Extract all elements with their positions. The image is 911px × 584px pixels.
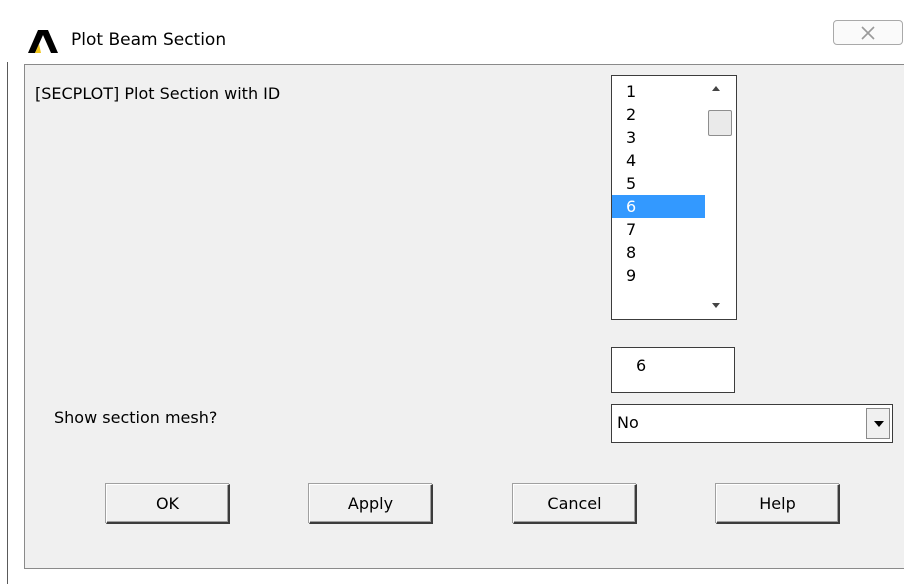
list-item[interactable]: 9 (612, 264, 705, 287)
list-item[interactable]: 2 (612, 103, 705, 126)
title-bar[interactable]: Plot Beam Section (7, 0, 911, 62)
apply-button[interactable]: Apply (309, 484, 433, 524)
list-item[interactable]: 1 (612, 80, 705, 103)
list-item[interactable]: 6 (612, 195, 705, 218)
scroll-down-icon[interactable] (712, 303, 720, 308)
cancel-button[interactable]: Cancel (513, 484, 637, 524)
ok-button[interactable]: OK (106, 484, 230, 524)
window-border (7, 24, 8, 584)
window-title: Plot Beam Section (71, 30, 227, 50)
section-id-list: 123456789 (612, 80, 705, 287)
listbox-scrollbar[interactable] (706, 78, 734, 317)
scroll-thumb[interactable] (708, 110, 732, 136)
secplot-label: [SECPLOT] Plot Section with ID (35, 84, 281, 103)
list-item[interactable]: 5 (612, 172, 705, 195)
mesh-select-value: No (617, 413, 639, 432)
mesh-label: Show section mesh? (54, 408, 218, 427)
list-item[interactable]: 8 (612, 241, 705, 264)
close-icon (861, 26, 875, 40)
dialog-window: Plot Beam Section [SECPLOT] Plot Section… (0, 0, 911, 584)
close-button[interactable] (833, 20, 903, 45)
section-id-listbox[interactable]: 123456789 (611, 75, 737, 320)
chevron-down-icon (874, 421, 884, 427)
scroll-up-icon[interactable] (712, 86, 720, 91)
list-item[interactable]: 4 (612, 149, 705, 172)
dropdown-button[interactable] (866, 408, 890, 439)
ansys-logo-icon (28, 30, 58, 53)
help-button[interactable]: Help (716, 484, 840, 524)
mesh-select[interactable]: No (611, 404, 893, 443)
section-id-field[interactable]: 6 (611, 347, 735, 393)
list-item[interactable]: 3 (612, 126, 705, 149)
list-item[interactable]: 7 (612, 218, 705, 241)
